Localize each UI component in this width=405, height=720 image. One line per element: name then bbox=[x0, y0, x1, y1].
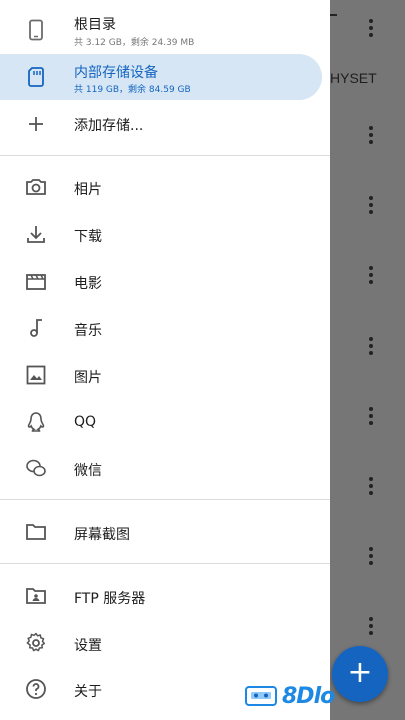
qq-penguin-icon bbox=[24, 410, 48, 434]
divider bbox=[0, 563, 330, 564]
drawer-item-music[interactable]: 音乐 bbox=[0, 306, 322, 350]
storage-info: 共 119 GB，剩余 84.59 GB bbox=[74, 85, 191, 95]
divider bbox=[0, 499, 330, 500]
drawer-item-photos[interactable]: 相片 bbox=[0, 165, 322, 209]
drawer-item-qq[interactable]: QQ bbox=[0, 400, 322, 444]
wechat-icon bbox=[24, 456, 48, 480]
item-menu-icon[interactable] bbox=[366, 336, 376, 356]
image-icon bbox=[24, 363, 48, 387]
drawer-item-settings[interactable]: 设置 bbox=[0, 621, 322, 665]
movie-icon bbox=[24, 269, 48, 293]
drawer-item-label: 下载 bbox=[74, 229, 102, 245]
drawer-item-label: 图片 bbox=[74, 370, 102, 386]
drawer-item-root[interactable]: 根目录 共 3.12 GB，剩余 24.39 MB bbox=[0, 8, 322, 52]
drawer-item-label: 根目录 bbox=[74, 17, 116, 33]
drawer-item-label: 关于 bbox=[74, 684, 102, 700]
download-icon bbox=[24, 222, 48, 246]
item-menu-icon[interactable] bbox=[366, 546, 376, 566]
plus-icon bbox=[24, 112, 48, 136]
drawer-item-wechat[interactable]: 微信 bbox=[0, 446, 322, 490]
drawer-item-label: 屏幕截图 bbox=[74, 527, 130, 543]
drawer-item-label: 内部存储设备 bbox=[74, 65, 158, 81]
drawer-item-label: FTP 服务器 bbox=[74, 591, 146, 607]
watermark-text: 8Dlo bbox=[282, 683, 335, 709]
drawer-item-label: 设置 bbox=[74, 638, 102, 654]
background-caret bbox=[329, 14, 337, 16]
item-menu-icon[interactable] bbox=[366, 476, 376, 496]
item-menu-icon[interactable] bbox=[366, 265, 376, 285]
drawer-item-pictures[interactable]: 图片 bbox=[0, 353, 322, 397]
gear-icon bbox=[24, 631, 48, 655]
storage-info: 共 3.12 GB，剩余 24.39 MB bbox=[74, 38, 195, 48]
background-title-fragment: HYSET bbox=[330, 70, 377, 86]
drawer-item-downloads[interactable]: 下载 bbox=[0, 212, 322, 256]
drawer-item-label: 添加存储... bbox=[74, 118, 144, 134]
navigation-drawer: 根目录 共 3.12 GB，剩余 24.39 MB 内部存储设备 共 119 G… bbox=[0, 0, 330, 720]
help-icon bbox=[24, 677, 48, 701]
item-menu-icon[interactable] bbox=[366, 406, 376, 426]
cassette-icon bbox=[245, 686, 277, 706]
sd-card-icon bbox=[24, 65, 48, 89]
ftp-folder-icon bbox=[24, 584, 48, 608]
phone-icon bbox=[24, 18, 48, 42]
drawer-item-add-storage[interactable]: 添加存储... bbox=[0, 104, 322, 144]
music-note-icon bbox=[24, 316, 48, 340]
item-menu-icon[interactable] bbox=[366, 125, 376, 145]
item-menu-icon[interactable] bbox=[366, 195, 376, 215]
drawer-item-label: 相片 bbox=[74, 182, 102, 198]
camera-icon bbox=[24, 175, 48, 199]
drawer-item-label: QQ bbox=[74, 414, 97, 430]
drawer-item-internal-storage[interactable]: 内部存储设备 共 119 GB，剩余 84.59 GB bbox=[0, 54, 322, 100]
drawer-item-label: 电影 bbox=[74, 276, 102, 292]
folder-icon bbox=[24, 520, 48, 544]
drawer-item-movies[interactable]: 电影 bbox=[0, 259, 322, 303]
add-fab-button[interactable]: + bbox=[332, 646, 388, 702]
drawer-item-screenshots[interactable]: 屏幕截图 bbox=[0, 510, 322, 554]
watermark-logo: 8Dlo bbox=[244, 682, 335, 710]
drawer-item-label: 微信 bbox=[74, 463, 102, 479]
divider bbox=[0, 155, 330, 156]
drawer-item-label: 音乐 bbox=[74, 323, 102, 339]
overflow-menu-icon[interactable] bbox=[366, 18, 376, 38]
item-menu-icon[interactable] bbox=[366, 616, 376, 636]
drawer-item-ftp-server[interactable]: FTP 服务器 bbox=[0, 574, 322, 618]
